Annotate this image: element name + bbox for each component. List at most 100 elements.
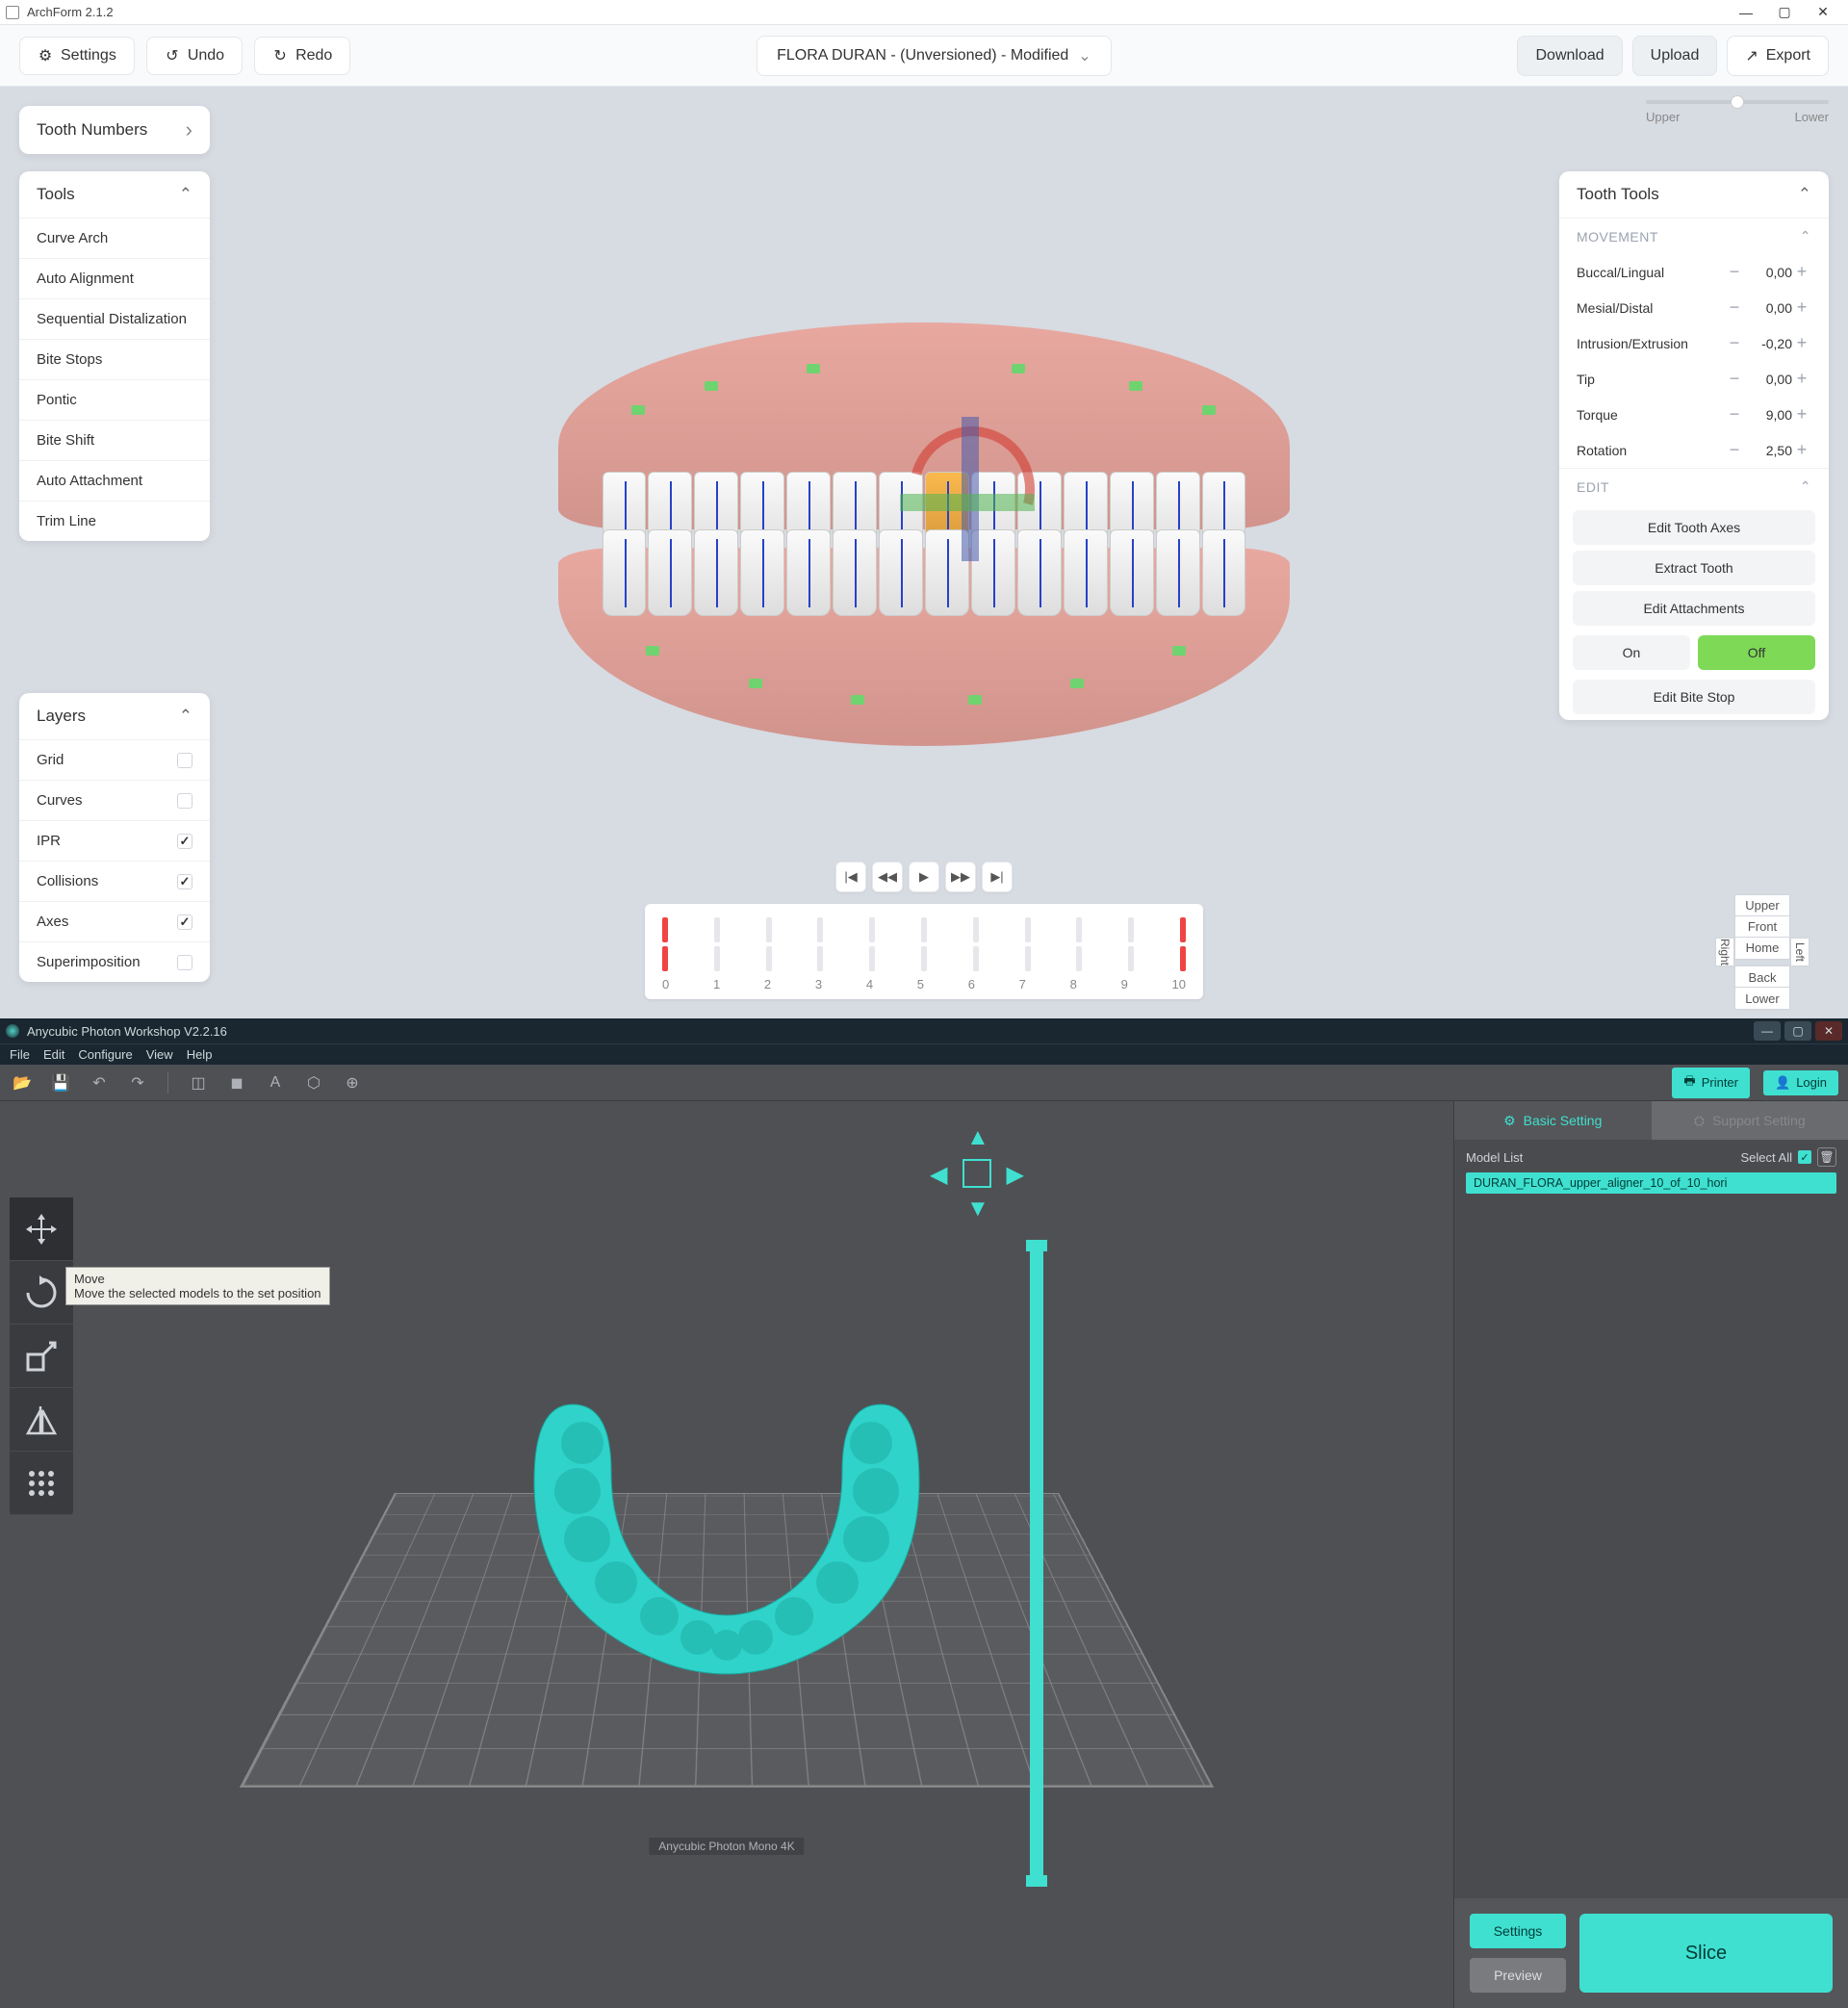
tool-auto-alignment[interactable]: Auto Alignment: [19, 258, 210, 298]
nav-left-icon[interactable]: ◀: [930, 1161, 947, 1189]
tab-basic-setting[interactable]: ⚙ Basic Setting: [1454, 1101, 1652, 1140]
checkbox-icon[interactable]: [177, 955, 192, 970]
minimize-icon[interactable]: —: [1754, 1021, 1781, 1041]
orient-upper[interactable]: Upper: [1734, 894, 1790, 917]
scale-tool[interactable]: [10, 1325, 73, 1388]
edit-attachments-button[interactable]: Edit Attachments: [1573, 591, 1815, 626]
view-solid-icon[interactable]: ◼: [224, 1070, 249, 1095]
layer-ipr[interactable]: IPR: [19, 820, 210, 861]
save-icon[interactable]: 💾: [48, 1070, 73, 1095]
menu-configure[interactable]: Configure: [78, 1047, 132, 1062]
minimize-icon[interactable]: —: [1727, 0, 1765, 25]
move-tool[interactable]: Move Move the selected models to the set…: [10, 1197, 73, 1261]
orient-right[interactable]: Right: [1715, 938, 1734, 966]
upper-lower-slider[interactable]: Upper Lower: [1646, 100, 1829, 124]
settings-button[interactable]: ⚙ Settings: [19, 37, 135, 75]
layer-superimposition[interactable]: Superimposition: [19, 941, 210, 982]
nav-up-icon[interactable]: ▲: [966, 1124, 989, 1151]
tool-sequential-distalization[interactable]: Sequential Distalization: [19, 298, 210, 339]
tool-trim-line[interactable]: Trim Line: [19, 501, 210, 541]
open-icon[interactable]: 📂: [10, 1070, 35, 1095]
toggle-on[interactable]: On: [1573, 635, 1690, 670]
timeline-strip[interactable]: 0 1 2 3 4 5 6 7 8 9 10: [645, 904, 1203, 999]
minus-icon[interactable]: −: [1725, 297, 1744, 318]
aligner-model[interactable]: [496, 1366, 958, 1693]
settings-button[interactable]: Settings: [1470, 1914, 1566, 1948]
arrange-tool[interactable]: [10, 1452, 73, 1515]
delete-icon[interactable]: 🗑: [1817, 1147, 1836, 1167]
last-button[interactable]: ▶|: [982, 862, 1013, 892]
tab-support-setting[interactable]: ⛭ Support Setting: [1652, 1101, 1848, 1140]
slice-button[interactable]: Slice: [1579, 1914, 1833, 1993]
checkbox-checked-icon[interactable]: [177, 834, 192, 849]
tool-bite-shift[interactable]: Bite Shift: [19, 420, 210, 460]
nav-right-icon[interactable]: ▶: [1007, 1161, 1024, 1189]
select-all-checkbox[interactable]: ✓: [1798, 1150, 1811, 1164]
layer-slider[interactable]: [1030, 1246, 1043, 1881]
close-icon[interactable]: ✕: [1815, 1021, 1842, 1041]
minus-icon[interactable]: −: [1725, 262, 1744, 282]
play-button[interactable]: ▶: [909, 862, 939, 892]
hollow-icon[interactable]: ⬡: [301, 1070, 326, 1095]
plus-icon[interactable]: +: [1792, 369, 1811, 389]
minus-icon[interactable]: −: [1725, 404, 1744, 425]
upload-button[interactable]: Upload: [1632, 36, 1718, 76]
orient-lower[interactable]: Lower: [1734, 987, 1790, 1010]
rewind-button[interactable]: ◀◀: [872, 862, 903, 892]
movement-gizmo[interactable]: [910, 426, 1035, 571]
login-button[interactable]: 👤Login: [1763, 1070, 1838, 1095]
menu-edit[interactable]: Edit: [43, 1047, 64, 1062]
tools-header[interactable]: Tools ⌃: [19, 171, 210, 218]
plus-icon[interactable]: +: [1792, 440, 1811, 460]
printer-button[interactable]: 🖶Printer: [1672, 1068, 1750, 1098]
forward-button[interactable]: ▶▶: [945, 862, 976, 892]
layer-grid[interactable]: Grid: [19, 739, 210, 780]
minus-icon[interactable]: −: [1725, 440, 1744, 460]
orient-front[interactable]: Front: [1734, 915, 1790, 939]
undo-button[interactable]: ↺ Undo: [146, 37, 243, 75]
edit-tooth-axes-button[interactable]: Edit Tooth Axes: [1573, 510, 1815, 545]
export-button[interactable]: ↗ Export: [1727, 36, 1829, 76]
tool-bite-stops[interactable]: Bite Stops: [19, 339, 210, 379]
checkbox-icon[interactable]: [177, 753, 192, 768]
download-button[interactable]: Download: [1517, 36, 1622, 76]
checkbox-checked-icon[interactable]: [177, 914, 192, 930]
tool-pontic[interactable]: Pontic: [19, 379, 210, 420]
nav-down-icon[interactable]: ▼: [966, 1196, 989, 1223]
model-item[interactable]: DURAN_FLORA_upper_aligner_10_of_10_hori: [1466, 1172, 1836, 1194]
menu-help[interactable]: Help: [187, 1047, 213, 1062]
plus-icon[interactable]: +: [1792, 297, 1811, 318]
orient-left[interactable]: Left: [1790, 938, 1810, 966]
redo-button[interactable]: ↻ Redo: [254, 37, 350, 75]
tooth-tools-header[interactable]: Tooth Tools ⌃: [1559, 171, 1829, 218]
minus-icon[interactable]: −: [1725, 333, 1744, 353]
view-cube-icon[interactable]: ◫: [186, 1070, 211, 1095]
layer-collisions[interactable]: Collisions: [19, 861, 210, 901]
text-icon[interactable]: A: [263, 1070, 288, 1095]
plus-icon[interactable]: +: [1792, 404, 1811, 425]
tooth-numbers-panel[interactable]: Tooth Numbers: [19, 106, 210, 154]
mirror-tool[interactable]: [10, 1388, 73, 1452]
maximize-icon[interactable]: ▢: [1784, 1021, 1811, 1041]
layer-curves[interactable]: Curves: [19, 780, 210, 820]
plus-icon[interactable]: +: [1792, 333, 1811, 353]
orient-back[interactable]: Back: [1734, 965, 1790, 989]
preview-button[interactable]: Preview: [1470, 1958, 1566, 1993]
first-button[interactable]: |◀: [835, 862, 866, 892]
edit-bite-stop-button[interactable]: Edit Bite Stop: [1573, 680, 1815, 714]
layers-header[interactable]: Layers ⌃: [19, 693, 210, 739]
edit-section[interactable]: EDIT ⌃: [1559, 468, 1829, 504]
undo-icon[interactable]: ↶: [87, 1070, 112, 1095]
project-selector[interactable]: FLORA DURAN - (Unversioned) - Modified ⌄: [757, 36, 1112, 76]
punch-icon[interactable]: ⊕: [340, 1070, 365, 1095]
tool-auto-attachment[interactable]: Auto Attachment: [19, 460, 210, 501]
nav-center[interactable]: [962, 1159, 991, 1188]
movement-section[interactable]: MOVEMENT ⌃: [1559, 218, 1829, 254]
photon-viewport[interactable]: Anycubic Photon Mono 4K ▲ ▼ ◀ ▶ Move: [0, 1101, 1453, 2008]
redo-icon[interactable]: ↷: [125, 1070, 150, 1095]
close-icon[interactable]: ✕: [1804, 0, 1842, 25]
tool-curve-arch[interactable]: Curve Arch: [19, 218, 210, 258]
rotate-tool[interactable]: [10, 1261, 73, 1325]
checkbox-checked-icon[interactable]: [177, 874, 192, 889]
maximize-icon[interactable]: ▢: [1765, 0, 1804, 25]
